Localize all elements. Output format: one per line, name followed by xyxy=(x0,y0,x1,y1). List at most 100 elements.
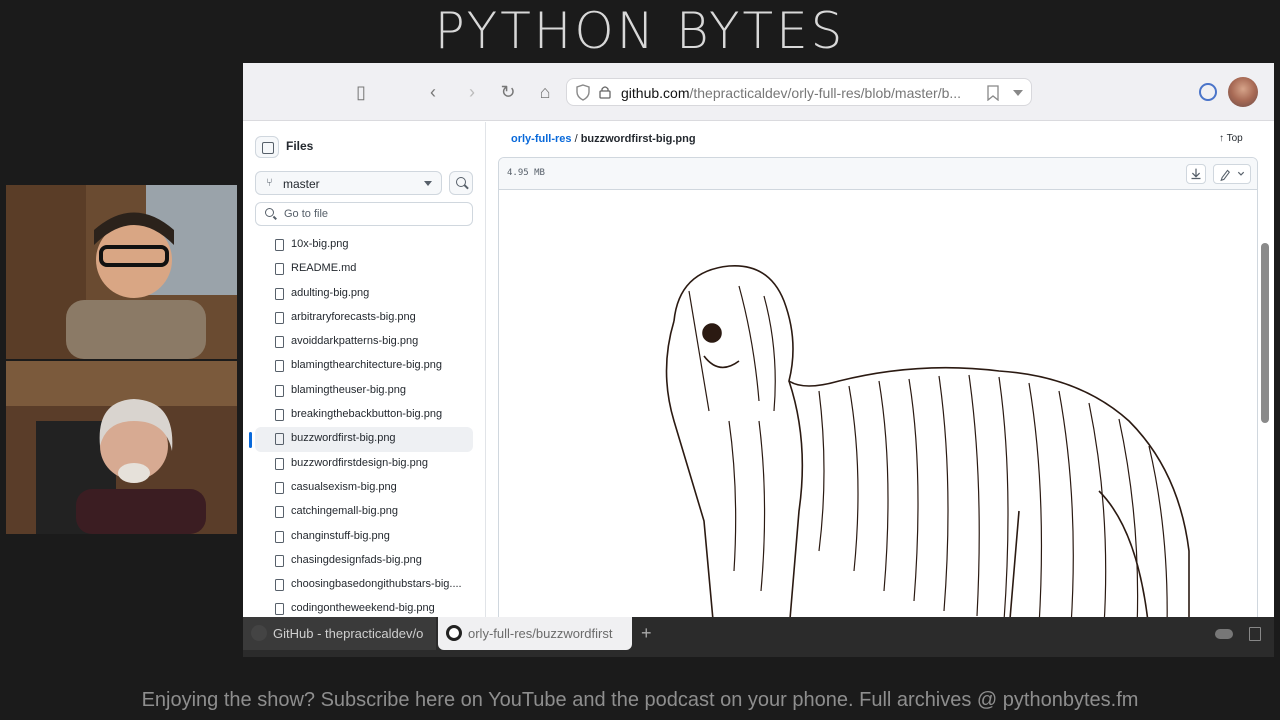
show-brand-title: PYTHON BYTES xyxy=(434,2,846,60)
sidebar-toggle-icon[interactable]: ▯ xyxy=(349,80,373,104)
file-name: 10x-big.png xyxy=(291,238,349,250)
file-panel-header: 4.95 MB xyxy=(499,158,1257,190)
top-link[interactable]: ↑ Top xyxy=(1219,133,1243,144)
file-icon xyxy=(275,530,284,543)
collapse-sidebar-icon[interactable] xyxy=(255,136,279,158)
file-tree-item[interactable]: chasingdesignfads-big.png xyxy=(243,549,486,573)
file-tree-item[interactable]: buzzwordfirst-big.png xyxy=(249,427,473,452)
breadcrumb-separator: / xyxy=(571,133,581,145)
files-title: Files xyxy=(286,139,314,153)
file-tree-item[interactable]: arbitraryforecasts-big.png xyxy=(243,306,486,330)
shield-icon xyxy=(576,84,590,101)
subscribe-banner: Enjoying the show? Subscribe here on You… xyxy=(141,689,1139,711)
url-host: github.com xyxy=(621,85,690,101)
browser-window: ▯ ‹ › ↻ ⌂ github.com/thepracticaldev/orl… xyxy=(243,63,1274,657)
file-tree-item[interactable]: catchingemall-big.png xyxy=(243,500,486,524)
file-tree-item[interactable]: README.md xyxy=(243,257,486,281)
branch-selector[interactable]: ⑂ master xyxy=(255,171,442,195)
sheepdog-illustration xyxy=(665,265,1190,626)
reload-icon[interactable]: ↻ xyxy=(496,80,520,104)
download-glyph xyxy=(1191,168,1201,180)
file-list: 10x-big.png README.md adulting-big.png arbi… xyxy=(243,233,486,622)
file-icon xyxy=(275,311,284,324)
tab-orly-full-res[interactable]: orly-full-res/buzzwordfirst xyxy=(438,617,632,650)
github-icon xyxy=(446,625,462,641)
active-marker xyxy=(249,432,252,449)
breadcrumb-file: buzzwordfirst-big.png xyxy=(580,133,696,145)
address-bar[interactable]: github.com/thepracticaldev/orly-full-res… xyxy=(566,78,1032,106)
file-tree-item[interactable]: breakingthebackbutton-big.png xyxy=(243,403,486,427)
download-icon[interactable] xyxy=(1186,164,1206,184)
file-icon xyxy=(275,263,284,276)
file-name: chasingdesignfads-big.png xyxy=(291,553,422,566)
file-tree-item[interactable]: changinstuff-big.png xyxy=(243,525,486,549)
file-name: breakingthebackbutton-big.png xyxy=(291,408,443,421)
url-path: /thepracticaldev/orly-full-res/blob/mast… xyxy=(689,85,962,101)
file-icon xyxy=(275,603,284,616)
file-tree-item[interactable]: avoiddarkpatterns-big.png xyxy=(243,330,486,354)
file-tree-item[interactable]: casualsexism-big.png xyxy=(243,476,486,500)
host-camera-2 xyxy=(6,361,237,534)
file-tree-item[interactable]: blamingthearchitecture-big.png xyxy=(243,354,486,378)
forward-icon[interactable]: › xyxy=(460,80,484,104)
file-icon xyxy=(275,554,284,567)
branch-icon: ⑂ xyxy=(266,177,273,189)
tab-bar: GitHub - thepracticaldev/o orly-full-res… xyxy=(243,617,1274,657)
top-link-label: Top xyxy=(1226,133,1243,144)
file-name: buzzwordfirst-big.png xyxy=(291,432,396,445)
tab-label: orly-full-res/buzzwordfirst xyxy=(468,626,613,641)
go-to-file-input[interactable]: Go to file xyxy=(255,202,473,226)
search-icon xyxy=(265,208,274,217)
file-name: codingontheweekend-big.png xyxy=(291,602,435,615)
file-icon xyxy=(275,239,284,251)
url-dropdown-icon[interactable] xyxy=(1013,90,1023,96)
file-icon xyxy=(275,287,284,300)
browser-toolbar: ▯ ‹ › ↻ ⌂ github.com/thepracticaldev/orl… xyxy=(243,63,1274,121)
file-name: changinstuff-big.png xyxy=(291,529,390,542)
file-size: 4.95 MB xyxy=(507,168,545,178)
new-tab-icon[interactable]: + xyxy=(641,623,652,644)
file-icon xyxy=(275,409,284,422)
profile-avatar[interactable] xyxy=(1228,77,1258,107)
file-tree-item[interactable]: 10x-big.png xyxy=(243,233,486,257)
file-name: choosingbasedongithubstars-big.... xyxy=(291,578,462,591)
image-preview xyxy=(499,191,1257,626)
breadcrumb-repo-link[interactable]: orly-full-res xyxy=(511,133,572,145)
github-icon xyxy=(251,625,267,641)
file-tree-item[interactable]: choosingbasedongithubstars-big.... xyxy=(243,573,486,597)
pencil-icon xyxy=(1220,169,1245,182)
home-icon[interactable]: ⌂ xyxy=(533,80,557,104)
file-icon xyxy=(275,336,284,349)
branch-label: master xyxy=(283,177,320,191)
host-2-image xyxy=(6,361,237,534)
file-name: casualsexism-big.png xyxy=(291,480,397,493)
file-name: blamingtheuser-big.png xyxy=(291,383,406,396)
file-icon xyxy=(275,433,284,446)
extension-icon[interactable] xyxy=(1199,83,1217,101)
back-icon[interactable]: ‹ xyxy=(421,80,445,104)
file-tree-item[interactable]: buzzwordfirstdesign-big.png xyxy=(243,452,486,476)
file-tree-item[interactable]: adulting-big.png xyxy=(243,282,486,306)
host-camera-1 xyxy=(6,185,237,359)
trash-icon[interactable] xyxy=(1249,627,1261,641)
file-tree-item[interactable]: blamingtheuser-big.png xyxy=(243,379,486,403)
bookmark-icon[interactable] xyxy=(987,85,999,101)
file-name: README.md xyxy=(291,262,357,275)
host-1-image xyxy=(6,185,237,359)
url-text: github.com/thepracticaldev/orly-full-res… xyxy=(621,85,983,101)
file-icon xyxy=(275,384,284,397)
chevron-down-icon xyxy=(424,181,432,186)
search-icon[interactable] xyxy=(449,171,473,195)
go-to-file-placeholder: Go to file xyxy=(284,208,329,220)
scrollbar[interactable] xyxy=(1261,243,1269,423)
file-tree-sidebar: Files ⑂ master Go to file 10x-big.png REA… xyxy=(243,122,486,617)
edit-button[interactable] xyxy=(1213,164,1251,184)
file-icon xyxy=(275,506,284,519)
tab-github-thepracticaldev[interactable]: GitHub - thepracticaldev/o xyxy=(243,617,436,650)
file-name: blamingthearchitecture-big.png xyxy=(291,359,443,372)
file-icon xyxy=(275,579,284,592)
file-icon xyxy=(275,457,284,470)
lock-icon xyxy=(599,86,611,99)
file-name: arbitraryforecasts-big.png xyxy=(291,310,416,323)
cloud-icon[interactable] xyxy=(1215,629,1233,639)
